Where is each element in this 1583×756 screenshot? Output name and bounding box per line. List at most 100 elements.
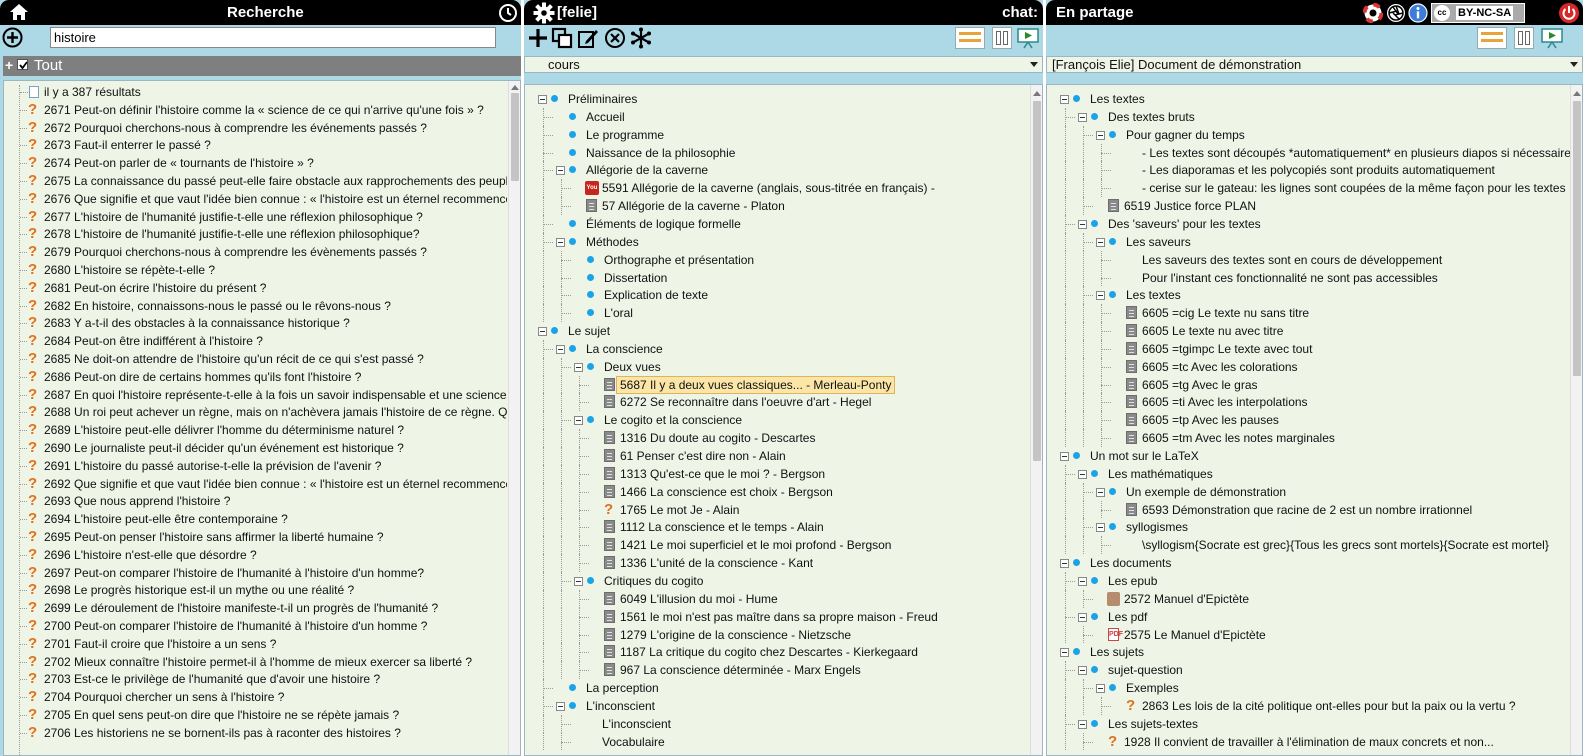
result-item[interactable]: ? 2676 Que signifie et que vaut l'idée bi… <box>4 190 507 208</box>
collapse-toggle[interactable] <box>1096 130 1105 140</box>
collapse-toggle[interactable] <box>1096 684 1105 694</box>
tree-node[interactable]: Allégorie de la caverne <box>556 161 1030 179</box>
tree-node[interactable]: 6605 =tc Avec les colorations <box>1114 358 1570 376</box>
search-results-list[interactable]: il y a 387 résultats? 2671 Peut-on défini… <box>3 80 521 756</box>
tree-node[interactable]: Exemples <box>1096 679 1570 697</box>
lifebuoy-icon[interactable] <box>1363 3 1383 23</box>
tree-node[interactable]: L'oral <box>574 304 1030 322</box>
tree-node[interactable]: Deux vues <box>574 358 1030 376</box>
presentation-icon[interactable] <box>1540 27 1564 49</box>
tree-node[interactable]: La perception <box>556 679 1030 697</box>
tree-node[interactable]: 57 Allégorie de la caverne - Platon <box>574 197 1030 215</box>
tree-node[interactable]: Les saveurs des textes sont en cours de … <box>1114 251 1570 269</box>
tree-node[interactable]: Les epub <box>1078 572 1570 590</box>
result-item[interactable]: ? 2685 Ne doit-on attendre de l'histoire … <box>4 350 507 368</box>
tree-node[interactable]: 6605 =tg Avec le gras <box>1114 376 1570 394</box>
result-item[interactable]: ? 2679 Pourquoi cherchons-nous à comprend… <box>4 243 507 261</box>
scroll-thumb[interactable] <box>1033 101 1041 461</box>
home-icon[interactable] <box>9 2 29 22</box>
tree-node[interactable]: 6605 =ti Avec les interpolations <box>1114 393 1570 411</box>
result-item[interactable]: ? 2680 L'histoire se répète-t-elle ? <box>4 261 507 279</box>
tree-node[interactable]: \syllogism{Socrate est grec}{Tous les gr… <box>1114 536 1570 554</box>
result-item[interactable]: ? 2677 L'histoire de l'humanité justifie-… <box>4 208 507 226</box>
result-item[interactable]: ? 2678 L'histoire de l'humanité justifie-… <box>4 225 507 243</box>
collapse-toggle[interactable] <box>1096 237 1105 247</box>
tree-node[interactable]: Les saveurs <box>1096 233 1570 251</box>
slide-view-icon[interactable] <box>1477 27 1507 49</box>
collapse-toggle[interactable] <box>1060 452 1069 461</box>
collapse-toggle[interactable] <box>1096 523 1105 533</box>
result-item[interactable]: ? 2684 Peut-on être indifférent à l'histo… <box>4 332 507 350</box>
result-item[interactable]: ? 2687 En quoi l'histoire représente-t-el… <box>4 386 507 404</box>
filter-checkbox[interactable] <box>17 59 28 70</box>
collapse-toggle[interactable] <box>556 237 565 247</box>
add-item-icon[interactable] <box>527 27 549 49</box>
result-item[interactable]: ? 2692 Que signifie et que vaut l'idée bi… <box>4 475 507 493</box>
tree-node[interactable]: Les pdf <box>1078 608 1570 626</box>
tree-node[interactable]: 6605 =cig Le texte nu sans titre <box>1114 304 1570 322</box>
tree-node[interactable]: 1421 Le moi superficiel et le moi profon… <box>592 536 1030 554</box>
tree-node[interactable]: 1466 La conscience est choix - Bergson <box>592 483 1030 501</box>
result-item[interactable]: ? 2675 La connaissance du passé peut-elle… <box>4 172 507 190</box>
collapse-toggle[interactable] <box>1078 112 1087 122</box>
result-item[interactable]: ? 2700 Peut-on comparer l'histoire de l'h… <box>4 617 507 635</box>
tree-node[interactable]: Pour gagner du temps <box>1096 126 1570 144</box>
tree-node[interactable]: You 5591 Allégorie de la caverne (anglais… <box>574 179 1030 197</box>
tree-node[interactable]: 1112 La conscience et le temps - Alain <box>592 518 1030 536</box>
result-item[interactable]: ? 2695 Peut-on penser l'histoire sans aff… <box>4 528 507 546</box>
edit-icon[interactable] <box>577 27 599 49</box>
scroll-up-arrow[interactable] <box>1033 91 1041 96</box>
tree-node[interactable]: sujet-question <box>1078 661 1570 679</box>
result-item[interactable]: ? 2686 Peut-on dire de certains hommes qu… <box>4 368 507 386</box>
result-item[interactable]: ? 2674 Peut-on parler de « tournants de l… <box>4 154 507 172</box>
course-select[interactable]: cours <box>524 56 1043 73</box>
gear-icon[interactable] <box>533 2 555 24</box>
collapse-toggle[interactable] <box>556 166 565 176</box>
tree-node[interactable]: - Les textes sont découpés *automatiquem… <box>1114 144 1570 162</box>
results-scrollbar[interactable] <box>508 81 520 755</box>
result-item[interactable]: ? 2681 Peut-on écrire l'histoire du prése… <box>4 279 507 297</box>
tree-node[interactable]: - Les diaporamas et les polycopiés sont … <box>1114 161 1570 179</box>
tree-node[interactable]: Un exemple de démonstration <box>1096 483 1570 501</box>
search-input[interactable] <box>50 27 496 48</box>
page-view-icon[interactable] <box>1514 27 1534 49</box>
tree-node[interactable]: - cerise sur le gateau: les lignes sont … <box>1114 179 1570 197</box>
tree-node[interactable]: Les textes <box>1060 90 1570 108</box>
tree-node[interactable]: 2572 Manuel d'Epictète <box>1096 590 1570 608</box>
collapse-toggle[interactable] <box>1078 219 1087 229</box>
history-clock-icon[interactable] <box>498 3 518 23</box>
tree-node[interactable]: L'inconscient <box>556 697 1030 715</box>
tree-node[interactable]: Les sujets-textes <box>1078 715 1570 733</box>
document-select[interactable]: [François Elie] Document de démonstratio… <box>1046 56 1583 73</box>
expand-toggle[interactable]: + <box>5 57 13 73</box>
result-item[interactable]: ? 2683 Y a-t-il des obstacles à la connai… <box>4 314 507 332</box>
collapse-toggle[interactable] <box>1078 469 1087 479</box>
tree-node[interactable]: 6519 Justice force PLAN <box>1096 197 1570 215</box>
tree-node[interactable]: 6272 Se reconnaître dans l'oeuvre d'art … <box>592 393 1030 411</box>
tree-node[interactable]: Les sujets <box>1060 643 1570 661</box>
tree-node[interactable]: Pour l'instant ces fonctionnalité ne son… <box>1114 269 1570 287</box>
tree-node[interactable]: ? 1765 Le mot Je - Alain <box>592 501 1030 519</box>
tree-node[interactable]: Dissertation <box>574 269 1030 287</box>
tree-node[interactable]: 1313 Qu'est-ce que le moi ? - Bergson <box>592 465 1030 483</box>
scroll-up-arrow[interactable] <box>1573 91 1581 96</box>
tree-node[interactable]: Des textes bruts <box>1078 108 1570 126</box>
tree-scrollbar[interactable] <box>1570 85 1582 755</box>
result-item[interactable]: ? 2682 En histoire, connaissons-nous le p… <box>4 297 507 315</box>
tree-node[interactable]: 6605 =tm Avec les notes marginales <box>1114 429 1570 447</box>
course-tree[interactable]: Préliminaires Accueil Le programme Naissanc… <box>524 84 1043 756</box>
scroll-thumb[interactable] <box>1573 101 1581 376</box>
tree-node[interactable]: 1336 L'unité de la conscience - Kant <box>592 554 1030 572</box>
tree-node[interactable]: ? 2863 Les lois de la cité politique ont-… <box>1114 697 1570 715</box>
result-item[interactable]: ? 2693 Que nous apprend l'histoire ? <box>4 492 507 510</box>
tree-node[interactable]: 6049 L'illusion du moi - Hume <box>592 590 1030 608</box>
result-item[interactable]: ? 2690 Le journaliste peut-il décider qu'… <box>4 439 507 457</box>
scroll-thumb[interactable] <box>511 93 519 181</box>
tree-node[interactable]: Explication de texte <box>574 286 1030 304</box>
result-item[interactable]: ? 2672 Pourquoi cherchons-nous à comprend… <box>4 119 507 137</box>
tree-node[interactable]: Critiques du cogito <box>574 572 1030 590</box>
result-item[interactable]: ? 2673 Faut-il enterrer le passé ? <box>4 136 507 154</box>
collapse-toggle[interactable] <box>574 576 583 586</box>
collapse-toggle[interactable] <box>1096 291 1105 301</box>
result-item[interactable]: ? 2671 Peut-on définir l'histoire comme l… <box>4 101 507 119</box>
